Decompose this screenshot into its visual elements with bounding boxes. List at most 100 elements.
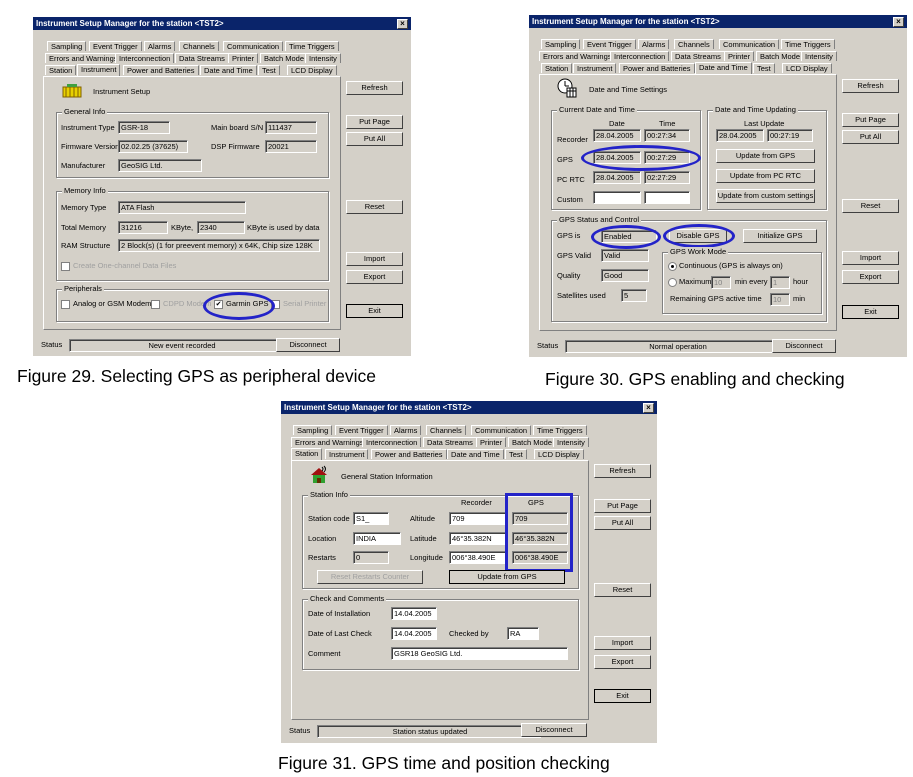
tab-intensity[interactable]: Intensity	[801, 51, 837, 61]
tab-channels[interactable]: Channels	[179, 41, 219, 51]
update-from-pc-button[interactable]: Update from PC RTC	[716, 169, 815, 183]
last-check-input[interactable]: 14.04.2005	[391, 627, 437, 640]
tab-power-batteries[interactable]: Power and Batteries	[123, 65, 199, 75]
put-page-button[interactable]: Put Page	[842, 113, 899, 127]
tab-station[interactable]: Station	[45, 65, 77, 75]
tab-alarms[interactable]: Alarms	[390, 425, 422, 435]
comment-input[interactable]: GSR18 GeoSIG Ltd.	[391, 647, 568, 660]
tab-instrument[interactable]: Instrument	[325, 449, 369, 459]
exit-button[interactable]: Exit	[594, 689, 651, 703]
refresh-button[interactable]: Refresh	[842, 79, 899, 93]
update-from-gps-button[interactable]: Update from GPS	[716, 149, 815, 163]
altitude-recorder-input[interactable]: 709	[449, 512, 508, 525]
tab-date-time[interactable]: Date and Time	[447, 449, 504, 459]
tab-communication[interactable]: Communication	[471, 425, 532, 435]
put-page-button[interactable]: Put Page	[346, 115, 403, 129]
tab-event-trigger[interactable]: Event Trigger	[335, 425, 388, 435]
refresh-button[interactable]: Refresh	[594, 464, 651, 478]
tab-lcd-display[interactable]: LCD Display	[287, 65, 337, 75]
update-from-gps-button[interactable]: Update from GPS	[449, 570, 565, 584]
import-button[interactable]: Import	[594, 636, 651, 650]
tab-data-streams[interactable]: Data Streams	[423, 437, 477, 447]
exit-button[interactable]: Exit	[346, 304, 403, 318]
tab-intensity[interactable]: Intensity	[305, 53, 341, 63]
export-button[interactable]: Export	[594, 655, 651, 669]
tab-errors-warnings[interactable]: Errors and Warnings	[291, 437, 368, 447]
exit-button[interactable]: Exit	[842, 305, 899, 319]
checked-by-input[interactable]: RA	[507, 627, 539, 640]
tab-power-batteries[interactable]: Power and Batteries	[619, 63, 695, 73]
tab-alarms[interactable]: Alarms	[638, 39, 670, 49]
location-input[interactable]: INDIA	[353, 532, 401, 545]
tab-test[interactable]: Test	[753, 63, 775, 73]
tab-event-trigger[interactable]: Event Trigger	[89, 41, 142, 51]
maximum-radio[interactable]	[668, 278, 677, 287]
import-button[interactable]: Import	[842, 251, 899, 265]
custom-time-input[interactable]	[644, 191, 690, 204]
tab-errors-warnings[interactable]: Errors and Warnings	[45, 53, 122, 63]
tab-sampling[interactable]: Sampling	[541, 39, 581, 49]
tab-communication[interactable]: Communication	[719, 39, 780, 49]
tab-data-streams[interactable]: Data Streams	[671, 51, 725, 61]
tab-lcd-display[interactable]: LCD Display	[782, 63, 832, 73]
reset-button[interactable]: Reset	[594, 583, 651, 597]
tab-printer[interactable]: Printer	[724, 51, 755, 61]
close-icon[interactable]: ×	[397, 19, 408, 29]
initialize-gps-button[interactable]: Initialize GPS	[743, 229, 817, 243]
tab-intensity[interactable]: Intensity	[553, 437, 589, 447]
tab-channels[interactable]: Channels	[674, 39, 714, 49]
one-channel-checkbox[interactable]	[61, 262, 70, 271]
tab-errors-warnings[interactable]: Errors and Warnings	[539, 51, 616, 61]
tab-station[interactable]: Station	[291, 448, 323, 460]
reset-button[interactable]: Reset	[842, 199, 899, 213]
tab-power-batteries[interactable]: Power and Batteries	[371, 449, 447, 459]
reset-restarts-button[interactable]: Reset Restarts Counter	[317, 570, 423, 584]
tab-instrument[interactable]: Instrument	[573, 63, 617, 73]
tab-communication[interactable]: Communication	[223, 41, 284, 51]
tab-time-triggers[interactable]: Time Triggers	[285, 41, 339, 51]
tab-test[interactable]: Test	[258, 65, 280, 75]
disconnect-button[interactable]: Disconnect	[521, 723, 587, 737]
disconnect-button[interactable]: Disconnect	[276, 338, 340, 352]
install-date-input[interactable]: 14.04.2005	[391, 607, 437, 620]
tab-printer[interactable]: Printer	[228, 53, 259, 63]
analog-modem-checkbox[interactable]	[61, 300, 70, 309]
maximum-field[interactable]: 10	[711, 276, 731, 289]
tab-channels[interactable]: Channels	[426, 425, 466, 435]
tab-batch-mode[interactable]: Batch Mode	[508, 437, 557, 447]
tab-printer[interactable]: Printer	[476, 437, 507, 447]
tab-interconnection[interactable]: Interconnection	[115, 53, 175, 63]
put-all-button[interactable]: Put All	[346, 132, 403, 146]
export-button[interactable]: Export	[842, 270, 899, 284]
tab-test[interactable]: Test	[505, 449, 527, 459]
longitude-recorder-input[interactable]: 006°38.490E	[449, 551, 508, 564]
tab-alarms[interactable]: Alarms	[144, 41, 176, 51]
put-page-button[interactable]: Put Page	[594, 499, 651, 513]
put-all-button[interactable]: Put All	[594, 516, 651, 530]
close-icon[interactable]: ×	[643, 403, 654, 413]
tab-batch-mode[interactable]: Batch Mode	[756, 51, 805, 61]
import-button[interactable]: Import	[346, 252, 403, 266]
reset-button[interactable]: Reset	[346, 200, 403, 214]
every-field[interactable]: 1	[770, 276, 790, 289]
update-from-custom-button[interactable]: Update from custom settings	[716, 189, 815, 203]
export-button[interactable]: Export	[346, 270, 403, 284]
tab-instrument[interactable]: Instrument	[77, 64, 121, 76]
tab-event-trigger[interactable]: Event Trigger	[583, 39, 636, 49]
tab-date-time[interactable]: Date and Time	[695, 62, 752, 74]
refresh-button[interactable]: Refresh	[346, 81, 403, 95]
custom-date-input[interactable]	[593, 191, 641, 204]
latitude-recorder-input[interactable]: 46°35.382N	[449, 532, 508, 545]
tab-interconnection[interactable]: Interconnection	[610, 51, 670, 61]
tab-station[interactable]: Station	[541, 63, 573, 73]
station-code-input[interactable]: S1_	[353, 512, 389, 525]
tab-sampling[interactable]: Sampling	[47, 41, 87, 51]
tab-time-triggers[interactable]: Time Triggers	[533, 425, 587, 435]
tab-lcd-display[interactable]: LCD Display	[534, 449, 584, 459]
continuous-radio[interactable]	[668, 262, 677, 271]
tab-batch-mode[interactable]: Batch Mode	[260, 53, 309, 63]
put-all-button[interactable]: Put All	[842, 130, 899, 144]
tab-data-streams[interactable]: Data Streams	[175, 53, 229, 63]
disconnect-button[interactable]: Disconnect	[772, 339, 836, 353]
tab-date-time[interactable]: Date and Time	[200, 65, 257, 75]
